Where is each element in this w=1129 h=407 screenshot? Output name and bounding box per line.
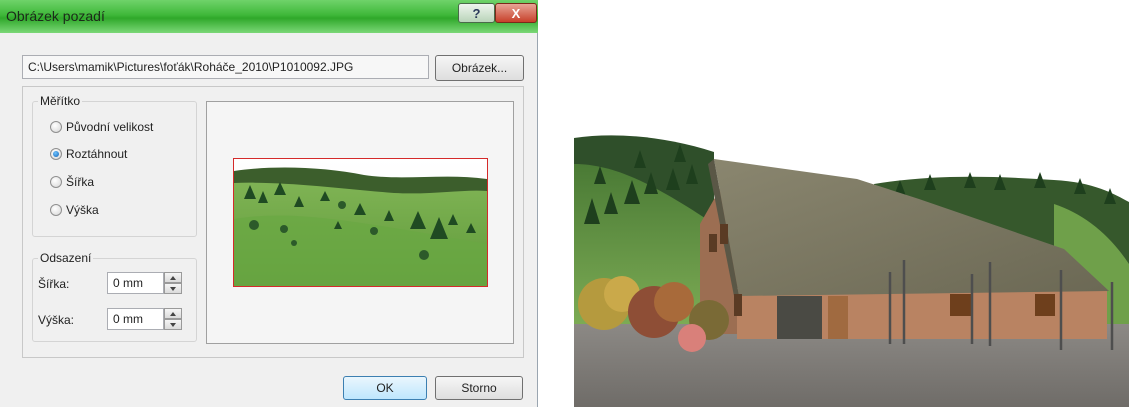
close-icon: X (511, 5, 521, 21)
radio-width[interactable]: Šířka (50, 175, 94, 189)
background-image-dialog: Obrázek pozadí ? X C:\Users\mamik\Pictur… (0, 0, 538, 407)
radio-label: Výška (66, 203, 99, 217)
preview-landscape-image (233, 158, 488, 287)
spin-down-arrow-icon[interactable] (164, 319, 182, 330)
file-path-field[interactable]: C:\Users\mamik\Pictures\foťák\Roháče_201… (22, 55, 429, 79)
offset-width-label: Šířka: (38, 277, 70, 291)
help-icon: ? (472, 5, 481, 21)
radio-original-size[interactable]: Původní velikost (50, 120, 153, 134)
spin-down-arrow-icon[interactable] (164, 283, 182, 294)
house-3d-render (574, 124, 1129, 407)
radio-label: Roztáhnout (66, 147, 128, 161)
radio-icon (50, 176, 62, 188)
offset-width-input[interactable]: 0 mm (107, 272, 164, 294)
dialog-title: Obrázek pozadí (6, 8, 105, 24)
radio-height[interactable]: Výška (50, 203, 99, 217)
house-render-image (574, 124, 1129, 407)
offset-height-input[interactable]: 0 mm (107, 308, 164, 330)
offset-legend: Odsazení (38, 251, 94, 265)
close-button[interactable]: X (495, 3, 537, 23)
ok-button[interactable]: OK (343, 376, 427, 400)
spin-up-arrow-icon[interactable] (164, 272, 182, 283)
offset-height-spinner[interactable] (164, 308, 182, 330)
cancel-button[interactable]: Storno (435, 376, 523, 400)
radio-stretch[interactable]: Roztáhnout (50, 147, 127, 161)
radio-icon (50, 204, 62, 216)
scale-legend: Měřítko (38, 94, 83, 108)
radio-label: Šířka (66, 175, 95, 189)
browse-image-button[interactable]: Obrázek... (435, 55, 524, 81)
offset-width-spinner[interactable] (164, 272, 182, 294)
offset-height-label: Výška: (38, 313, 75, 327)
spin-up-arrow-icon[interactable] (164, 308, 182, 319)
radio-checked-icon (50, 148, 62, 160)
title-bar[interactable]: Obrázek pozadí ? X (0, 0, 538, 33)
radio-label: Původní velikost (66, 120, 154, 134)
help-button[interactable]: ? (458, 3, 495, 23)
radio-icon (50, 121, 62, 133)
